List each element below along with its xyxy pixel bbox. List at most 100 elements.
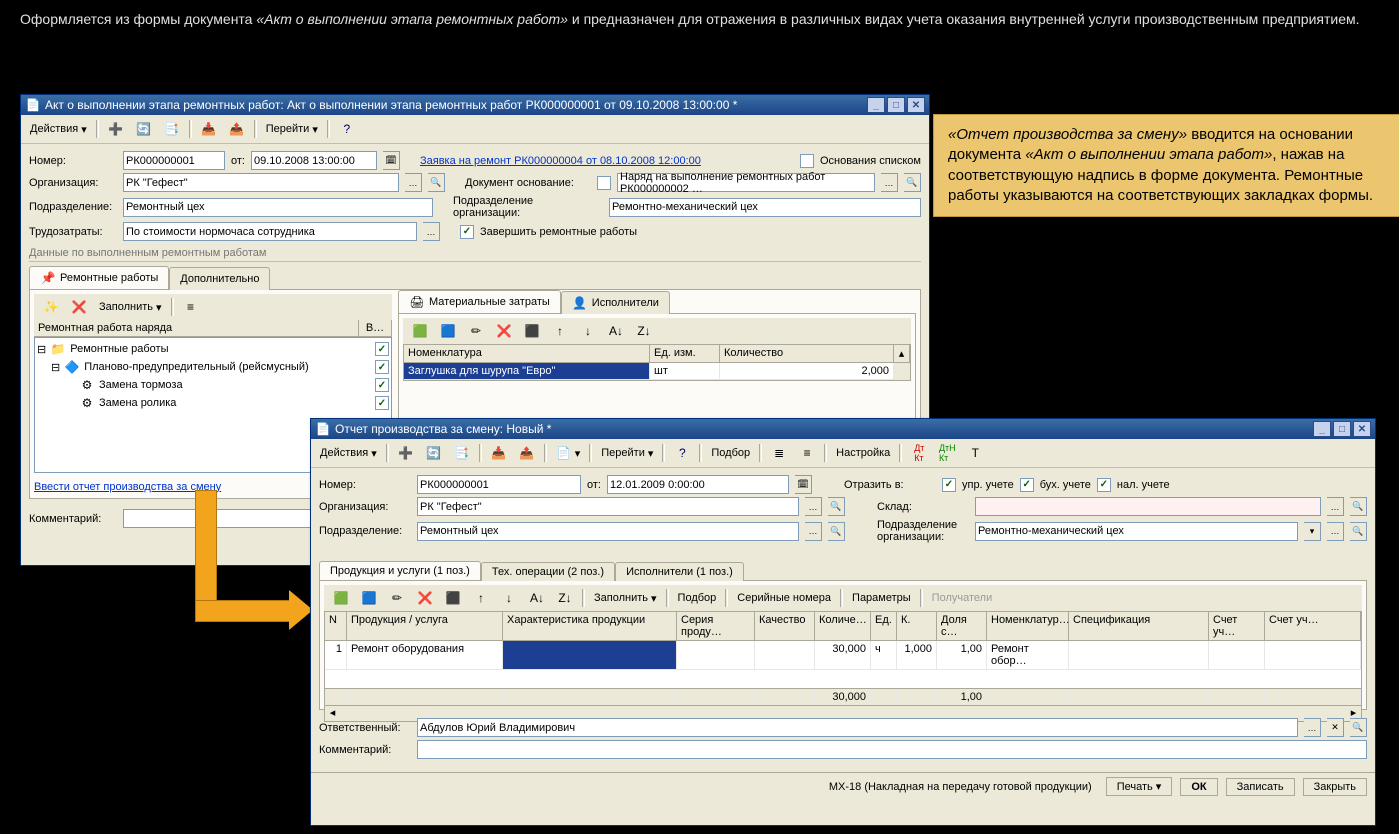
- col-prod[interactable]: Продукция / услуга: [347, 612, 503, 640]
- select-button[interactable]: …: [881, 173, 898, 192]
- sort-icon[interactable]: A↓: [524, 587, 550, 609]
- save-button[interactable]: Записать: [1226, 778, 1295, 796]
- col-series[interactable]: Серия проду…: [677, 612, 755, 640]
- goto-menu[interactable]: Перейти ▾: [596, 444, 658, 463]
- dtkt-tax-icon[interactable]: ДтНКт: [934, 442, 960, 464]
- search-icon[interactable]: 🔍: [828, 497, 845, 516]
- search-icon[interactable]: 🔍: [1350, 718, 1367, 737]
- tool-icon[interactable]: ❌: [66, 296, 92, 318]
- basedoc-field[interactable]: Наряд на выполнение ремонтных работ РК00…: [617, 173, 875, 192]
- select-button[interactable]: …: [805, 522, 822, 541]
- tool-icon[interactable]: 📥: [486, 442, 512, 464]
- print-button[interactable]: Печать ▾: [1106, 777, 1173, 796]
- sort-icon[interactable]: A↓: [603, 320, 629, 342]
- calendar-icon[interactable]: 🗓: [795, 475, 812, 494]
- titlebar-act[interactable]: 📄 Акт о выполнении этапа ремонтных работ…: [21, 95, 929, 115]
- col-quality[interactable]: Качество: [755, 612, 815, 640]
- tool-icon[interactable]: 📥: [196, 118, 222, 140]
- settings-button[interactable]: Настройка: [831, 444, 895, 462]
- col-char[interactable]: Характеристика продукции: [503, 612, 677, 640]
- calendar-icon[interactable]: 🗓: [383, 151, 400, 170]
- pick-button[interactable]: Подбор: [673, 589, 722, 607]
- search-icon[interactable]: 🔍: [1350, 522, 1367, 541]
- tab-repair[interactable]: 📌Ремонтные работы: [29, 266, 169, 289]
- col-unit[interactable]: Ед.: [871, 612, 897, 640]
- list-checkbox[interactable]: [800, 154, 814, 168]
- base-on-menu[interactable]: 📄 ▾: [551, 442, 586, 464]
- org-field[interactable]: РК "Гефест": [123, 173, 399, 192]
- request-link[interactable]: Заявка на ремонт РК000000004 от 08.10.20…: [420, 155, 701, 167]
- row-del-icon[interactable]: ❌: [491, 320, 517, 342]
- actions-menu[interactable]: Действия ▾: [315, 444, 382, 463]
- col-qty[interactable]: Количе…: [815, 612, 871, 640]
- fill-menu[interactable]: Заполнить ▾: [589, 589, 662, 608]
- chk-upr[interactable]: ✓: [942, 478, 956, 492]
- number-field[interactable]: РК000000001: [417, 475, 581, 494]
- select-button[interactable]: …: [1327, 497, 1344, 516]
- search-icon[interactable]: 🔍: [904, 173, 921, 192]
- tool-icon[interactable]: ⬛: [440, 587, 466, 609]
- dept-field[interactable]: Ремонтный цех: [417, 522, 799, 541]
- dropdown-icon[interactable]: ▾: [1304, 522, 1321, 541]
- move-down-icon[interactable]: ↓: [496, 587, 522, 609]
- tool-icon[interactable]: ≣: [766, 442, 792, 464]
- tool-icon[interactable]: 📤: [224, 118, 250, 140]
- params-button[interactable]: Параметры: [847, 589, 916, 607]
- chk-nal[interactable]: ✓: [1097, 478, 1111, 492]
- goto-menu[interactable]: Перейти ▾: [261, 120, 323, 139]
- subtab-materials[interactable]: 🖨Материальные затраты: [398, 290, 561, 313]
- col-qty[interactable]: Количество: [720, 345, 894, 362]
- col-nom[interactable]: Номенклатура: [404, 345, 650, 362]
- dept-field[interactable]: Ремонтный цех: [123, 198, 433, 217]
- maximize-button[interactable]: □: [887, 97, 905, 113]
- col-acc1[interactable]: Счет уч…: [1209, 612, 1265, 640]
- move-up-icon[interactable]: ↑: [468, 587, 494, 609]
- tool-icon[interactable]: 🔄: [131, 118, 157, 140]
- chk-bux[interactable]: ✓: [1020, 478, 1034, 492]
- dtkt-icon[interactable]: ДтКт: [906, 442, 932, 464]
- maximize-button[interactable]: □: [1333, 421, 1351, 437]
- move-down-icon[interactable]: ↓: [575, 320, 601, 342]
- row-add-icon[interactable]: 🟩: [328, 587, 354, 609]
- sort-icon[interactable]: Z↓: [552, 587, 578, 609]
- tool-icon[interactable]: 📤: [514, 442, 540, 464]
- search-icon[interactable]: 🔍: [828, 522, 845, 541]
- tab-more[interactable]: Дополнительно: [169, 267, 270, 290]
- select-button[interactable]: …: [805, 497, 822, 516]
- tool-icon[interactable]: ➕: [393, 442, 419, 464]
- sort-icon[interactable]: Z↓: [631, 320, 657, 342]
- labor-field[interactable]: По стоимости нормочаса сотрудника: [123, 222, 417, 241]
- resp-field[interactable]: Абдулов Юрий Владимирович: [417, 718, 1298, 737]
- help-button[interactable]: ?: [669, 442, 695, 464]
- col-acc2[interactable]: Счет уч…: [1265, 612, 1361, 640]
- titlebar-report[interactable]: 📄 Отчет производства за смену: Новый * _…: [311, 419, 1375, 439]
- col-k[interactable]: К.: [897, 612, 937, 640]
- table-row[interactable]: 1 Ремонт оборудования 30,000 ч 1,000 1,0…: [325, 641, 1361, 670]
- fill-menu[interactable]: Заполнить ▾: [94, 298, 167, 317]
- close-button[interactable]: Закрыть: [1303, 778, 1367, 796]
- tool-icon[interactable]: ✨: [38, 296, 64, 318]
- comment-field[interactable]: [417, 740, 1367, 759]
- row-copy-icon[interactable]: 🟦: [435, 320, 461, 342]
- col-nomgroup[interactable]: Номенклатур…: [987, 612, 1069, 640]
- org-field[interactable]: РК "Гефест": [417, 497, 799, 516]
- subtab-exec[interactable]: 👤Исполнители: [561, 291, 670, 314]
- row-edit-icon[interactable]: ✏: [463, 320, 489, 342]
- close-button[interactable]: ✕: [1353, 421, 1371, 437]
- ok-button[interactable]: ОК: [1180, 778, 1217, 796]
- date-field[interactable]: 12.01.2009 0:00:00: [607, 475, 789, 494]
- clear-icon[interactable]: ✕: [1327, 718, 1344, 737]
- stock-field[interactable]: [975, 497, 1321, 516]
- select-button[interactable]: …: [405, 173, 422, 192]
- help-button[interactable]: ?: [334, 118, 360, 140]
- dept-org-field[interactable]: Ремонтно-механический цех: [975, 522, 1298, 541]
- row-add-icon[interactable]: 🟩: [407, 320, 433, 342]
- col-n[interactable]: N: [325, 612, 347, 640]
- tab-exec[interactable]: Исполнители (1 поз.): [615, 562, 744, 581]
- row-copy-icon[interactable]: 🟦: [356, 587, 382, 609]
- tool-icon[interactable]: ⬛: [519, 320, 545, 342]
- col-share[interactable]: Доля с…: [937, 612, 987, 640]
- move-up-icon[interactable]: ↑: [547, 320, 573, 342]
- table-row[interactable]: Заглушка для шурупа "Евро" шт 2,000: [404, 363, 910, 380]
- tool-t-icon[interactable]: T: [962, 442, 988, 464]
